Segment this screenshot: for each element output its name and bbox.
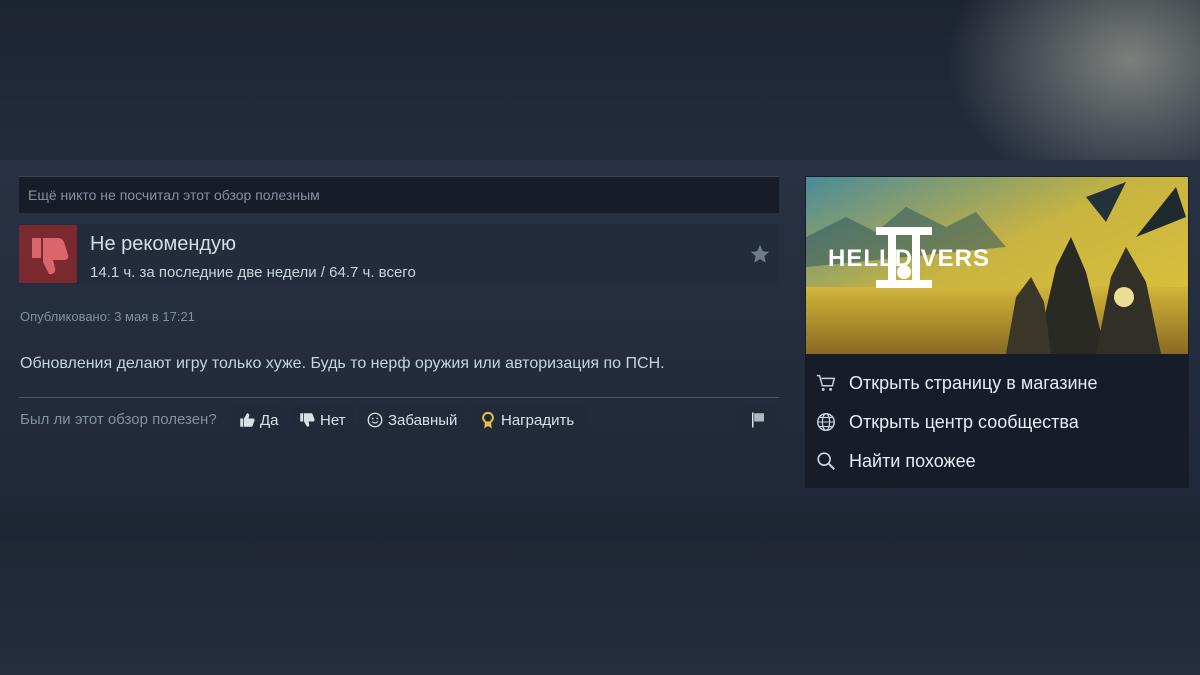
- helpful-status: Ещё никто не посчитал этот обзор полезны…: [19, 176, 779, 213]
- award-button[interactable]: Наградить: [472, 405, 587, 435]
- posted-date: Опубликовано: 3 мая в 17:21: [20, 309, 195, 324]
- vote-yes-label: Да: [260, 411, 279, 429]
- review-header: Не рекомендую 14.1 ч. за последние две н…: [19, 224, 779, 284]
- review-body: Обновления делают игру только хуже. Будь…: [20, 355, 665, 372]
- vote-no-button[interactable]: Нет: [291, 405, 353, 435]
- divider: [19, 397, 779, 398]
- award-label: Наградить: [501, 411, 575, 429]
- report-flag-button[interactable]: [738, 405, 778, 435]
- find-similar-label: Найти похожее: [849, 451, 976, 471]
- vote-no-label: Нет: [320, 411, 346, 429]
- open-community-link[interactable]: Открыть центр сообщества: [805, 406, 1189, 438]
- background-top: [0, 0, 1200, 160]
- open-store-label: Открыть страницу в магазине: [849, 373, 1098, 393]
- background-bottom: [0, 513, 1200, 675]
- playtime-hours: 14.1 ч. за последние две недели / 64.7 ч…: [90, 264, 416, 281]
- smiley-icon: [367, 412, 383, 428]
- flag-icon: [752, 412, 764, 428]
- vote-funny-label: Забавный: [388, 411, 458, 429]
- thumbs-up-icon: [240, 413, 255, 427]
- open-store-link[interactable]: Открыть страницу в магазине: [805, 367, 1189, 399]
- review-verdict: Не рекомендую: [90, 233, 237, 255]
- game-capsule-image[interactable]: HELLDIVERS: [806, 177, 1188, 354]
- search-icon: [817, 452, 835, 470]
- award-medal-icon: [482, 411, 494, 429]
- cart-icon: [816, 374, 836, 391]
- globe-icon: [817, 413, 835, 431]
- vote-question: Был ли этот обзор полезен?: [20, 411, 217, 428]
- thumbs-down-small-icon: [300, 413, 315, 427]
- open-community-label: Открыть центр сообщества: [849, 412, 1079, 432]
- star-icon[interactable]: [749, 243, 771, 265]
- vote-yes-button[interactable]: Да: [231, 405, 286, 435]
- find-similar-link[interactable]: Найти похожее: [805, 445, 1189, 477]
- game-card: HELLDIVERS: [805, 176, 1189, 488]
- vote-funny-button[interactable]: Забавный: [359, 405, 466, 435]
- thumbs-down-icon: [19, 225, 77, 283]
- vote-row: Был ли этот обзор полезен? Да Нет Забавн…: [20, 405, 780, 435]
